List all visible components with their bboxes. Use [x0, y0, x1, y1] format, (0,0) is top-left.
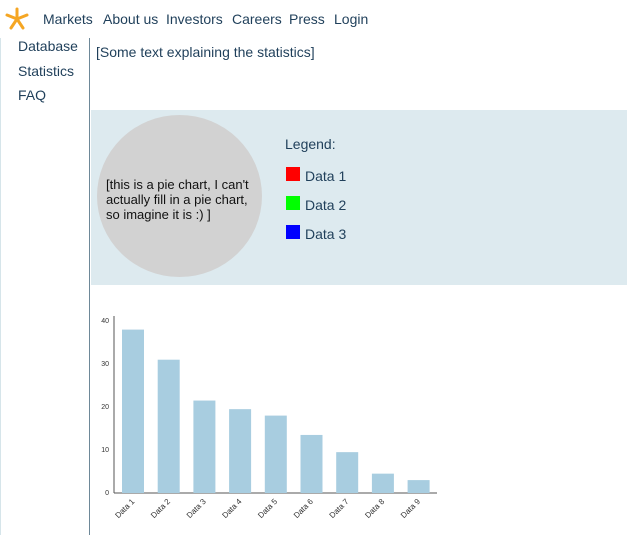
top-navigation: Markets About us Investors Careers Press…: [0, 0, 627, 38]
y-tick-labels: 0 10 20 30 40: [101, 318, 109, 497]
sidebar-item-statistics[interactable]: Statistics: [18, 63, 74, 79]
bar-4: [229, 409, 252, 493]
statistics-intro-text: [Some text explaining the statistics]: [96, 44, 315, 60]
nav-login[interactable]: Login: [334, 11, 368, 27]
x-tick-label-7: Data 7: [328, 497, 351, 520]
bar-7: [336, 452, 359, 493]
x-tick-label-4: Data 4: [220, 497, 243, 520]
x-tick-label-9: Data 9: [399, 497, 422, 520]
nav-about-us[interactable]: About us: [103, 11, 158, 27]
legend-label-data-1: Data 1: [305, 168, 347, 184]
sidebar-item-faq[interactable]: FAQ: [18, 87, 46, 103]
bar-2: [157, 359, 180, 493]
legend-title: Legend:: [285, 136, 336, 152]
bar-6: [300, 434, 323, 493]
logo-icon[interactable]: [3, 7, 31, 31]
nav-press[interactable]: Press: [289, 11, 325, 27]
y-tick-label-10: 10: [101, 447, 109, 454]
nav-markets[interactable]: Markets: [43, 11, 93, 27]
bar-8: [371, 473, 394, 493]
bar-1: [122, 329, 144, 493]
x-tick-labels: Data 1 Data 2 Data 3 Data 4 Data 5 Data 6 Data…: [113, 497, 422, 520]
y-tick-label-0: 0: [105, 490, 109, 497]
pie-chart-placeholder: [this is a pie chart, I can't actually f…: [97, 115, 262, 277]
legend-swatch-data-3: [286, 225, 300, 239]
nav-investors[interactable]: Investors: [166, 11, 223, 27]
x-tick-label-6: Data 6: [292, 497, 315, 520]
nav-careers[interactable]: Careers: [232, 11, 282, 27]
x-tick-label-1: Data 1: [113, 497, 136, 520]
x-tick-label-3: Data 3: [185, 497, 208, 520]
y-tick-label-20: 20: [101, 404, 109, 411]
pie-chart-placeholder-text: [this is a pie chart, I can't actually f…: [106, 177, 249, 222]
sidebar: Database Statistics FAQ: [0, 38, 90, 535]
bar-chart: 0 10 20 30 40 Data 1 Data 2 Data 3 Data 4 Data 5…: [101, 316, 437, 520]
pie-chart-panel: [this is a pie chart, I can't actually f…: [91, 110, 627, 285]
y-tick-label-30: 30: [101, 361, 109, 368]
x-tick-label-2: Data 2: [149, 497, 172, 520]
bars: [122, 329, 430, 493]
bar-9: [407, 480, 430, 493]
x-tick-label-8: Data 8: [363, 497, 386, 520]
y-tick-label-40: 40: [101, 318, 109, 325]
sidebar-item-database[interactable]: Database: [18, 38, 78, 54]
bar-5: [264, 415, 287, 493]
legend-swatch-data-1: [286, 167, 300, 181]
bar-3: [193, 400, 216, 493]
x-tick-label-5: Data 5: [256, 497, 279, 520]
legend-label-data-2: Data 2: [305, 197, 347, 213]
legend-swatch-data-2: [286, 196, 300, 210]
legend-label-data-3: Data 3: [305, 226, 347, 242]
